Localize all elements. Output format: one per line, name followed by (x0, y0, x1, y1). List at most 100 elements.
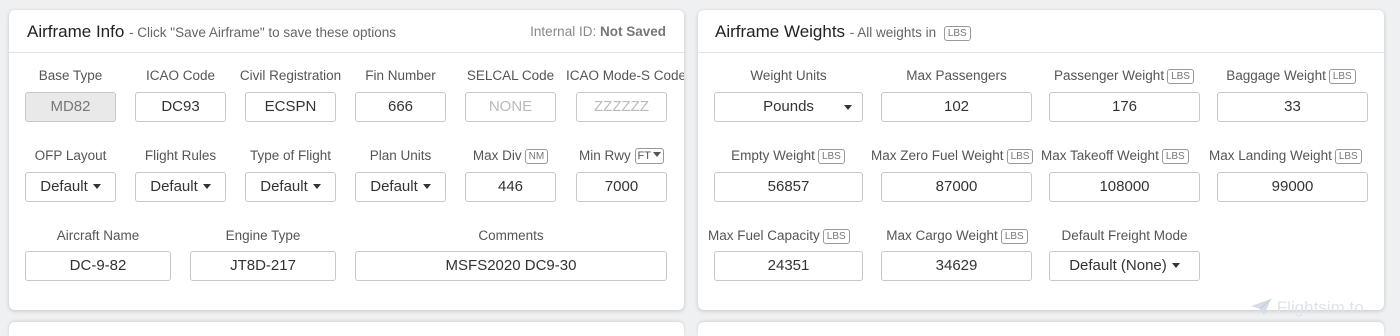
base-type-label: Base Type (38, 68, 103, 83)
baggage-weight-input[interactable]: 33 (1217, 92, 1368, 122)
weights-unit-badge: LBS (943, 26, 971, 41)
max-takeoff-weight-input[interactable]: 108000 (1049, 172, 1200, 202)
max-cargo-weight-label: Max Cargo Weight LBS (876, 228, 1038, 244)
passenger-weight-label: Passenger Weight LBS (1044, 68, 1204, 84)
max-landing-weight-label: Max Landing Weight LBS (1209, 148, 1381, 164)
min-rwy-input[interactable]: 7000 (576, 172, 667, 202)
icao-mode-s-label: ICAO Mode-S Code (566, 68, 684, 83)
aircraft-name-input[interactable]: DC-9-82 (25, 251, 171, 281)
weight-units-label: Weight Units (750, 68, 827, 83)
caret-down-icon (844, 105, 852, 110)
comments-label: Comments (478, 228, 544, 243)
max-takeoff-weight-label-text: Max Takeoff Weight (1041, 148, 1159, 163)
empty-weight-unit: LBS (817, 149, 845, 164)
max-zero-fuel-weight-label: Max Zero Fuel Weight LBS (871, 148, 1048, 164)
passenger-weight-unit: LBS (1167, 69, 1194, 84)
baggage-weight-label-text: Baggage Weight (1226, 68, 1326, 83)
icao-mode-s-input[interactable]: ZZZZZZ (576, 92, 667, 122)
caret-down-icon (1171, 263, 1180, 268)
selcal-code-label: SELCAL Code (466, 68, 555, 83)
caret-down-icon (652, 152, 661, 157)
comments-input[interactable]: MSFS2020 DC9-30 (355, 251, 667, 281)
max-fuel-capacity-input[interactable]: 24351 (714, 251, 863, 281)
passenger-weight-label-text: Passenger Weight (1054, 68, 1165, 83)
max-takeoff-weight-unit: LBS (1161, 149, 1189, 164)
aircraft-name-label: Aircraft Name (56, 228, 140, 243)
weight-units-select[interactable]: Pounds (714, 92, 863, 122)
airframe-weights-subtitle: - All weights in (849, 25, 937, 40)
max-cargo-weight-input[interactable]: 34629 (881, 251, 1032, 281)
max-div-unit: NM (524, 149, 549, 164)
icao-code-input[interactable]: DC93 (135, 92, 226, 122)
watermark: Flightsim.to (1250, 298, 1364, 318)
max-cargo-weight-unit: LBS (1000, 229, 1028, 244)
baggage-weight-unit: LBS (1328, 69, 1356, 84)
type-of-flight-label: Type of Flight (249, 148, 332, 163)
plan-units-select[interactable]: Default (355, 172, 446, 202)
ofp-layout-label: OFP Layout (34, 148, 107, 163)
caret-down-icon (92, 184, 101, 189)
max-cargo-weight-label-text: Max Cargo Weight (886, 228, 998, 243)
max-fuel-capacity-label-text: Max Fuel Capacity (708, 228, 820, 243)
selcal-code-input[interactable]: NONE (465, 92, 556, 122)
min-rwy-label: Min Rwy FT (566, 148, 677, 164)
plan-units-value: Default (370, 178, 418, 195)
weight-units-value: Pounds (763, 98, 814, 115)
max-landing-weight-label-text: Max Landing Weight (1209, 148, 1332, 163)
engine-type-label: Engine Type (225, 228, 301, 243)
airframe-weights-panel: Airframe Weights - All weights in LBS We… (698, 10, 1384, 310)
max-landing-weight-unit: LBS (1334, 149, 1362, 164)
paper-plane-icon (1251, 298, 1272, 315)
flight-rules-select[interactable]: Default (135, 172, 226, 202)
airframe-info-title: Airframe Info (27, 22, 125, 41)
ofp-layout-select[interactable]: Default (25, 172, 116, 202)
flight-rules-value: Default (150, 178, 198, 195)
engine-type-input[interactable]: JT8D-217 (190, 251, 336, 281)
baggage-weight-label: Baggage Weight LBS (1211, 68, 1371, 84)
empty-weight-input[interactable]: 56857 (714, 172, 863, 202)
base-type-input: MD82 (25, 92, 116, 122)
civil-registration-label: Civil Registration (239, 68, 342, 83)
flight-rules-label: Flight Rules (144, 148, 217, 163)
max-landing-weight-input[interactable]: 99000 (1217, 172, 1368, 202)
internal-id-value: Not Saved (599, 24, 666, 39)
civil-registration-input[interactable]: ECSPN (245, 92, 336, 122)
airframe-info-header: Airframe Info - Click "Save Airframe" to… (9, 10, 684, 53)
max-passengers-input[interactable]: 102 (881, 92, 1032, 122)
min-rwy-label-text: Min Rwy (579, 148, 631, 163)
max-div-input[interactable]: 446 (465, 172, 556, 202)
min-rwy-unit-select[interactable]: FT (634, 148, 664, 164)
airframe-info-subtitle: - Click "Save Airframe" to save these op… (129, 25, 396, 40)
default-freight-mode-select[interactable]: Default (None) (1049, 251, 1200, 281)
max-takeoff-weight-label: Max Takeoff Weight LBS (1041, 148, 1211, 164)
max-passengers-label: Max Passengers (906, 68, 1007, 83)
caret-down-icon (202, 184, 211, 189)
min-rwy-unit: FT (637, 150, 651, 162)
icao-code-label: ICAO Code (145, 68, 216, 83)
empty-weight-label: Empty Weight LBS (708, 148, 868, 164)
type-of-flight-select[interactable]: Default (245, 172, 336, 202)
max-zero-fuel-weight-label-text: Max Zero Fuel Weight (871, 148, 1004, 163)
fin-number-input[interactable]: 666 (355, 92, 446, 122)
max-zero-fuel-weight-unit: LBS (1006, 149, 1034, 164)
empty-weight-label-text: Empty Weight (731, 148, 815, 163)
airframe-weights-title: Airframe Weights (715, 22, 846, 41)
passenger-weight-input[interactable]: 176 (1049, 92, 1200, 122)
max-div-label: Max Div NM (460, 148, 561, 164)
internal-id: Internal ID: Not Saved (530, 24, 666, 39)
caret-down-icon (312, 184, 321, 189)
type-of-flight-value: Default (260, 178, 308, 195)
max-fuel-capacity-unit: LBS (822, 229, 850, 244)
caret-down-icon (422, 184, 431, 189)
airframe-info-panel: Airframe Info - Click "Save Airframe" to… (9, 10, 684, 310)
watermark-text: Flightsim.to (1276, 298, 1364, 317)
max-fuel-capacity-label: Max Fuel Capacity LBS (708, 228, 868, 244)
plan-units-label: Plan Units (369, 148, 432, 163)
max-div-label-text: Max Div (472, 148, 522, 163)
default-freight-mode-value: Default (None) (1069, 257, 1167, 274)
next-panel-right (698, 322, 1384, 336)
fin-number-label: Fin Number (365, 68, 436, 83)
internal-id-label: Internal ID: (530, 24, 597, 39)
max-zero-fuel-weight-input[interactable]: 87000 (881, 172, 1032, 202)
airframe-weights-header: Airframe Weights - All weights in LBS (698, 10, 1384, 53)
